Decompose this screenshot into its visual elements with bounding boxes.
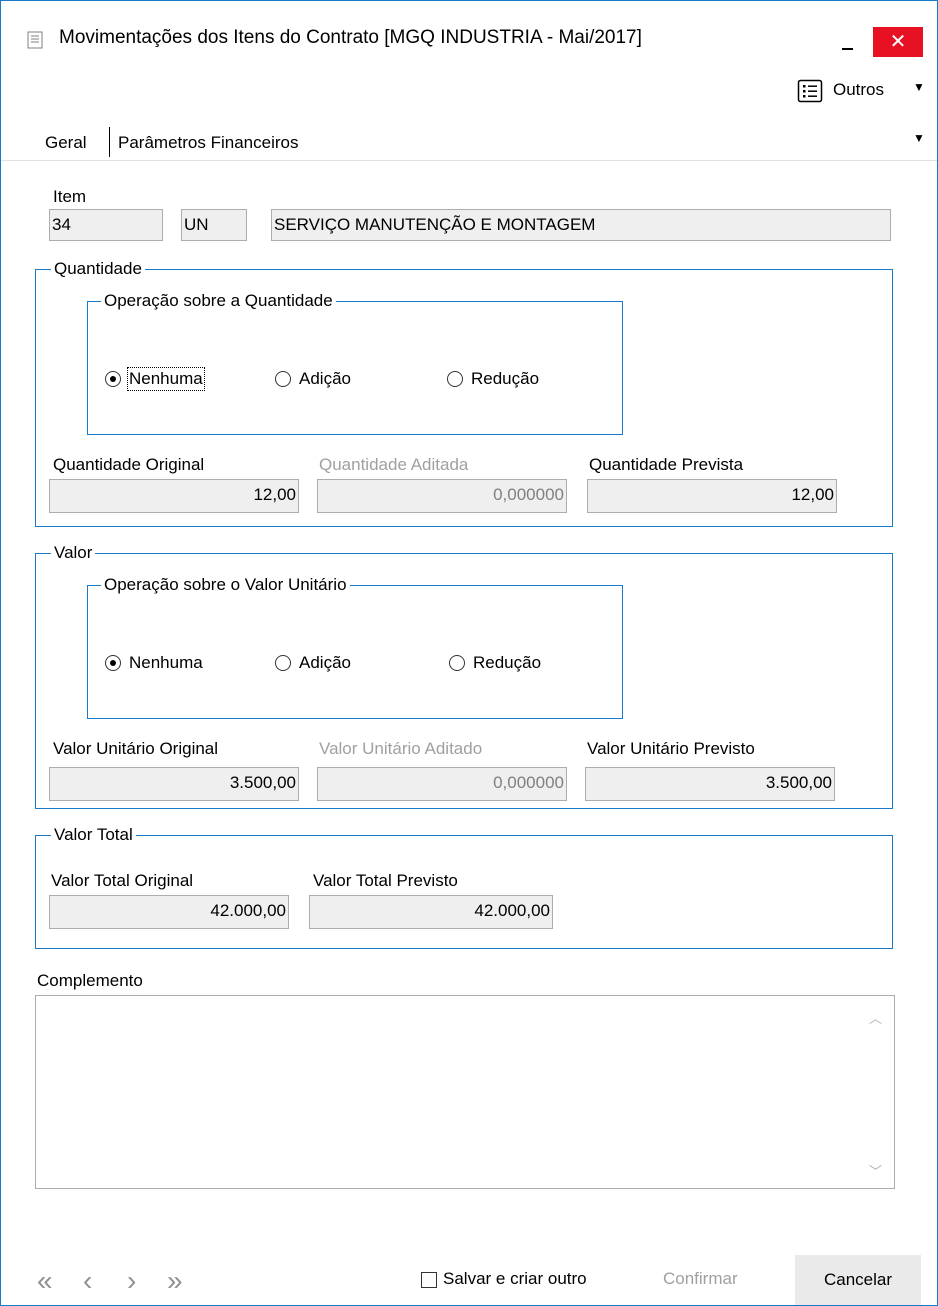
close-button[interactable]: ✕ xyxy=(873,27,923,57)
previous-record-button[interactable]: ‹ xyxy=(83,1267,92,1295)
valor-total-original-field[interactable]: 42.000,00 xyxy=(49,895,289,929)
complemento-textarea[interactable]: ︿ ﹀ xyxy=(35,995,895,1189)
valor-unitario-original-field[interactable]: 3.500,00 xyxy=(49,767,299,801)
valor-radio-nenhuma[interactable]: Nenhuma xyxy=(105,653,235,675)
radio-selected-icon xyxy=(105,371,121,387)
radio-label: Adição xyxy=(299,653,351,672)
quantidade-radio-adicao[interactable]: Adição xyxy=(275,369,385,391)
chevron-down-icon: ▼ xyxy=(913,80,925,94)
complemento-label: Complemento xyxy=(37,971,143,990)
radio-icon xyxy=(447,371,463,387)
radio-icon xyxy=(275,655,291,671)
radio-label: Nenhuma xyxy=(127,367,205,391)
item-unit-field[interactable]: UN xyxy=(181,209,247,241)
quantidade-radio-reducao[interactable]: Redução xyxy=(447,369,567,391)
minimize-button[interactable] xyxy=(829,25,865,61)
outros-label: Outros xyxy=(833,80,885,99)
quantidade-prevista-label: Quantidade Prevista xyxy=(589,455,744,474)
last-record-button[interactable]: » xyxy=(167,1267,183,1295)
quantidade-prevista-field[interactable]: 12,00 xyxy=(587,479,837,513)
valor-unitario-previsto-field[interactable]: 3.500,00 xyxy=(585,767,835,801)
quantidade-aditada-field: 0,000000 xyxy=(317,479,567,513)
valor-total-previsto-field[interactable]: 42.000,00 xyxy=(309,895,553,929)
quantidade-radio-nenhuma[interactable]: Nenhuma xyxy=(105,367,235,391)
first-record-button[interactable]: « xyxy=(37,1267,53,1295)
valor-radio-reducao[interactable]: Redução xyxy=(449,653,569,675)
radio-label: Adição xyxy=(299,369,351,388)
radio-icon xyxy=(275,371,291,387)
valor-legend: Valor xyxy=(51,543,96,563)
item-description-field[interactable]: SERVIÇO MANUTENÇÃO E MONTAGEM xyxy=(271,209,891,241)
next-record-button[interactable]: › xyxy=(127,1267,136,1295)
cancelar-button[interactable]: Cancelar xyxy=(795,1255,921,1305)
confirmar-button[interactable]: Confirmar xyxy=(663,1269,738,1289)
valor-total-group xyxy=(35,835,893,949)
item-label: Item xyxy=(53,187,87,206)
valor-total-legend: Valor Total xyxy=(51,825,136,845)
valor-unitario-original-label: Valor Unitário Original xyxy=(53,739,219,758)
radio-label: Redução xyxy=(471,369,540,388)
quantidade-original-field[interactable]: 12,00 xyxy=(49,479,299,513)
valor-total-original-label: Valor Total Original xyxy=(51,871,194,890)
operacao-quantidade-group xyxy=(87,301,623,435)
dialog-window: Movimentações dos Itens do Contrato [MGQ… xyxy=(0,0,938,1306)
radio-label: Redução xyxy=(473,653,542,672)
valor-total-previsto-label: Valor Total Previsto xyxy=(313,871,458,890)
document-icon xyxy=(27,31,43,49)
quantidade-legend: Quantidade xyxy=(51,259,145,279)
valor-unitario-aditado-label: Valor Unitário Aditado xyxy=(319,739,483,758)
scroll-up-icon[interactable]: ︿ xyxy=(869,1008,882,1027)
checkbox-icon xyxy=(421,1272,437,1288)
tab-divider xyxy=(109,127,110,157)
scroll-down-icon[interactable]: ﹀ xyxy=(869,1161,882,1180)
valor-unitario-aditado-field: 0,000000 xyxy=(317,767,567,801)
quantidade-aditada-label: Quantidade Aditada xyxy=(319,455,469,474)
tab-overflow-icon[interactable]: ▼ xyxy=(913,131,925,145)
list-menu-icon xyxy=(797,79,823,103)
valor-unitario-previsto-label: Valor Unitário Previsto xyxy=(587,739,755,758)
operacao-valor-group xyxy=(87,585,623,719)
radio-icon xyxy=(449,655,465,671)
operacao-valor-legend: Operação sobre o Valor Unitário xyxy=(101,575,350,595)
salvar-criar-label: Salvar e criar outro xyxy=(443,1269,587,1288)
window-title: Movimentações dos Itens do Contrato [MGQ… xyxy=(59,27,642,48)
tab-parametros-financeiros[interactable]: Parâmetros Financeiros xyxy=(118,133,298,153)
radio-label: Nenhuma xyxy=(129,653,203,672)
valor-radio-adicao[interactable]: Adição xyxy=(275,653,385,675)
item-code-field[interactable]: 34 xyxy=(49,209,163,241)
quantidade-original-label: Quantidade Original xyxy=(53,455,205,474)
outros-menu-button[interactable]: Outros ▼ xyxy=(797,77,927,105)
operacao-quantidade-legend: Operação sobre a Quantidade xyxy=(101,291,336,311)
tab-geral[interactable]: Geral xyxy=(45,133,87,153)
radio-selected-icon xyxy=(105,655,121,671)
